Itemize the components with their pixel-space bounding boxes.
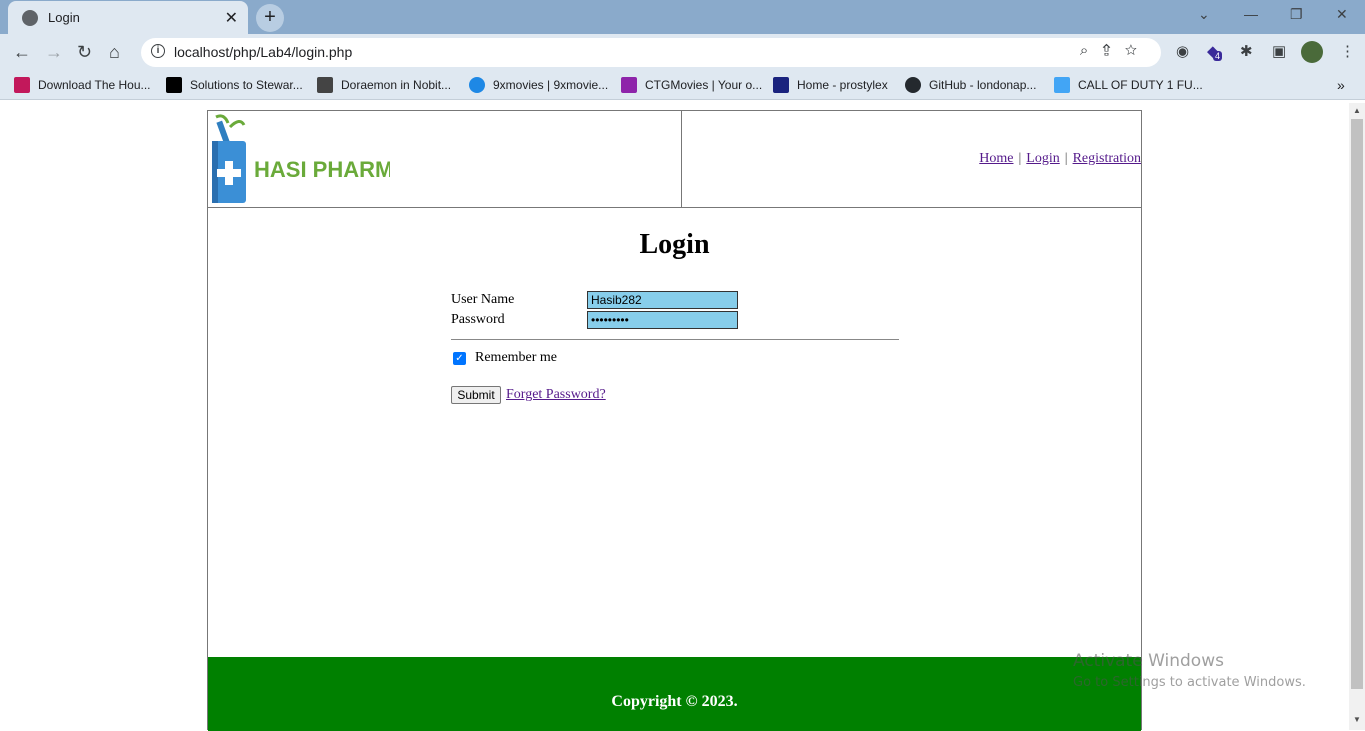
hasi-pharma-logo: HASI PHARMA	[212, 114, 390, 203]
browser-tab[interactable]: Login ✕	[8, 1, 248, 34]
nav-login-link[interactable]: Login	[1026, 151, 1059, 166]
globe-icon	[22, 9, 38, 26]
zoom-icon[interactable]: ⌕	[1080, 42, 1102, 59]
bookmark-favicon-icon	[773, 77, 789, 93]
bookmark-label: Doraemon in Nobit...	[341, 78, 452, 92]
side-panel-icon[interactable]: ▣	[1272, 42, 1286, 60]
site-info-icon[interactable]: i	[151, 44, 165, 58]
nav-separator: |	[1018, 151, 1022, 166]
reload-icon[interactable]: ↻	[77, 42, 92, 63]
scrollbar-thumb[interactable]	[1351, 119, 1363, 689]
bookmark-label: GitHub - londonap...	[929, 78, 1037, 92]
form-actions: Submit Forget Password?	[451, 386, 606, 404]
close-window-icon[interactable]: ✕	[1336, 6, 1348, 23]
remember-me-label: Remember me	[475, 350, 558, 365]
page-title: Login	[639, 229, 710, 260]
restore-icon[interactable]: ❐	[1290, 6, 1303, 23]
bookmark-label: Solutions to Stewar...	[190, 78, 303, 92]
bookmark-favicon-icon	[469, 77, 485, 93]
extension-icon[interactable]: ◉	[1176, 42, 1189, 60]
password-row: Password	[451, 308, 899, 329]
extension-badge-icon[interactable]: ◆4	[1207, 42, 1223, 61]
login-form: User Name Password ✓ Remember me Submit …	[451, 288, 899, 404]
bookmark-item[interactable]: Solutions to Stewar...	[166, 77, 303, 93]
windows-activation-watermark: Activate Windows Go to Settings to activ…	[1073, 651, 1306, 690]
bookmark-favicon-icon	[166, 77, 182, 93]
scroll-up-icon[interactable]: ▲	[1353, 106, 1361, 115]
bookmark-label: Home - prostylex	[797, 78, 888, 92]
form-divider	[451, 339, 899, 340]
forget-password-link[interactable]: Forget Password?	[506, 387, 606, 403]
bookmark-favicon-icon	[317, 77, 333, 93]
nav-home-link[interactable]: Home	[979, 151, 1013, 166]
address-bar[interactable]: i localhost/php/Lab4/login.php ⌕⇪☆	[141, 38, 1161, 67]
header-divider	[681, 111, 682, 208]
tab-search-icon[interactable]: ⌄	[1198, 6, 1210, 23]
page-viewport: HASI PHARMA Home | Login | Registration Logi…	[0, 103, 1349, 731]
bookmark-item[interactable]: Doraemon in Nobit...	[317, 77, 451, 93]
bookmark-item[interactable]: Home - prostylex	[773, 77, 888, 93]
bookmarks-overflow-icon[interactable]: »	[1337, 77, 1345, 93]
nav-separator: |	[1064, 151, 1068, 166]
bookmark-item[interactable]: Download The Hou...	[14, 77, 151, 93]
profile-avatar[interactable]	[1301, 41, 1323, 63]
bookmark-label: CALL OF DUTY 1 FU...	[1078, 78, 1203, 92]
site-footer: Copyright © 2023.	[208, 657, 1141, 731]
share-icon[interactable]: ⇪	[1102, 42, 1124, 59]
bookmark-star-icon[interactable]: ☆	[1125, 42, 1151, 59]
password-label: Password	[451, 312, 505, 327]
copyright-text: Copyright © 2023.	[611, 693, 738, 710]
watermark-subtitle: Go to Settings to activate Windows.	[1073, 675, 1306, 690]
close-tab-icon[interactable]: ✕	[225, 8, 238, 28]
remember-me-row: ✓ Remember me	[453, 350, 557, 366]
bookmark-favicon-icon	[621, 77, 637, 93]
submit-button[interactable]: Submit	[451, 386, 501, 404]
bookmark-item[interactable]: 9xmovies | 9xmovie...	[469, 77, 608, 93]
bookmark-item[interactable]: GitHub - londonap...	[905, 77, 1036, 93]
bookmark-item[interactable]: CTGMovies | Your o...	[621, 77, 762, 93]
minimize-icon[interactable]: —	[1244, 6, 1258, 22]
url-text: localhost/php/Lab4/login.php	[174, 44, 353, 60]
omnibox-actions: ⌕⇪☆	[1080, 42, 1151, 59]
logo-text: HASI PHARMA	[254, 157, 390, 182]
puzzle-extensions-icon[interactable]: ✱	[1240, 42, 1253, 60]
bookmark-label: Download The Hou...	[38, 78, 151, 92]
browser-tab-strip: Login ✕ + ⌄ — ❐ ✕	[0, 0, 1365, 34]
vertical-scrollbar[interactable]: ▲ ▼	[1349, 103, 1365, 730]
bookmark-favicon-icon	[14, 77, 30, 93]
watermark-title: Activate Windows	[1073, 651, 1224, 671]
bookmark-label: CTGMovies | Your o...	[645, 78, 763, 92]
nav-registration-link[interactable]: Registration	[1073, 151, 1141, 166]
bookmark-item[interactable]: CALL OF DUTY 1 FU...	[1054, 77, 1203, 93]
username-label: User Name	[451, 292, 515, 307]
tab-title: Login	[48, 10, 80, 25]
new-tab-button[interactable]: +	[256, 4, 284, 32]
bookmark-label: 9xmovies | 9xmovie...	[493, 78, 609, 92]
site-container: HASI PHARMA Home | Login | Registration Logi…	[207, 110, 1142, 731]
extension-badge-count: 4	[1213, 51, 1223, 61]
username-row: User Name	[451, 288, 899, 309]
site-nav: Home | Login | Registration	[979, 151, 1141, 167]
menu-kebab-icon[interactable]: ⋮	[1340, 42, 1355, 60]
github-icon	[905, 77, 921, 93]
password-field[interactable]	[587, 311, 738, 329]
remember-me-checkbox[interactable]: ✓	[453, 351, 466, 365]
browser-toolbar: ← → ↻ ⌂ i localhost/php/Lab4/login.php ⌕…	[0, 34, 1365, 70]
back-icon[interactable]: ←	[13, 42, 31, 63]
bookmarks-bar: Download The Hou... Solutions to Stewar.…	[0, 70, 1365, 100]
username-field[interactable]	[587, 291, 738, 309]
scroll-down-icon[interactable]: ▼	[1353, 715, 1361, 724]
bookmark-favicon-icon	[1054, 77, 1070, 93]
home-icon[interactable]: ⌂	[109, 42, 120, 63]
forward-icon[interactable]: →	[45, 42, 63, 63]
site-header: HASI PHARMA Home | Login | Registration	[208, 111, 1141, 208]
